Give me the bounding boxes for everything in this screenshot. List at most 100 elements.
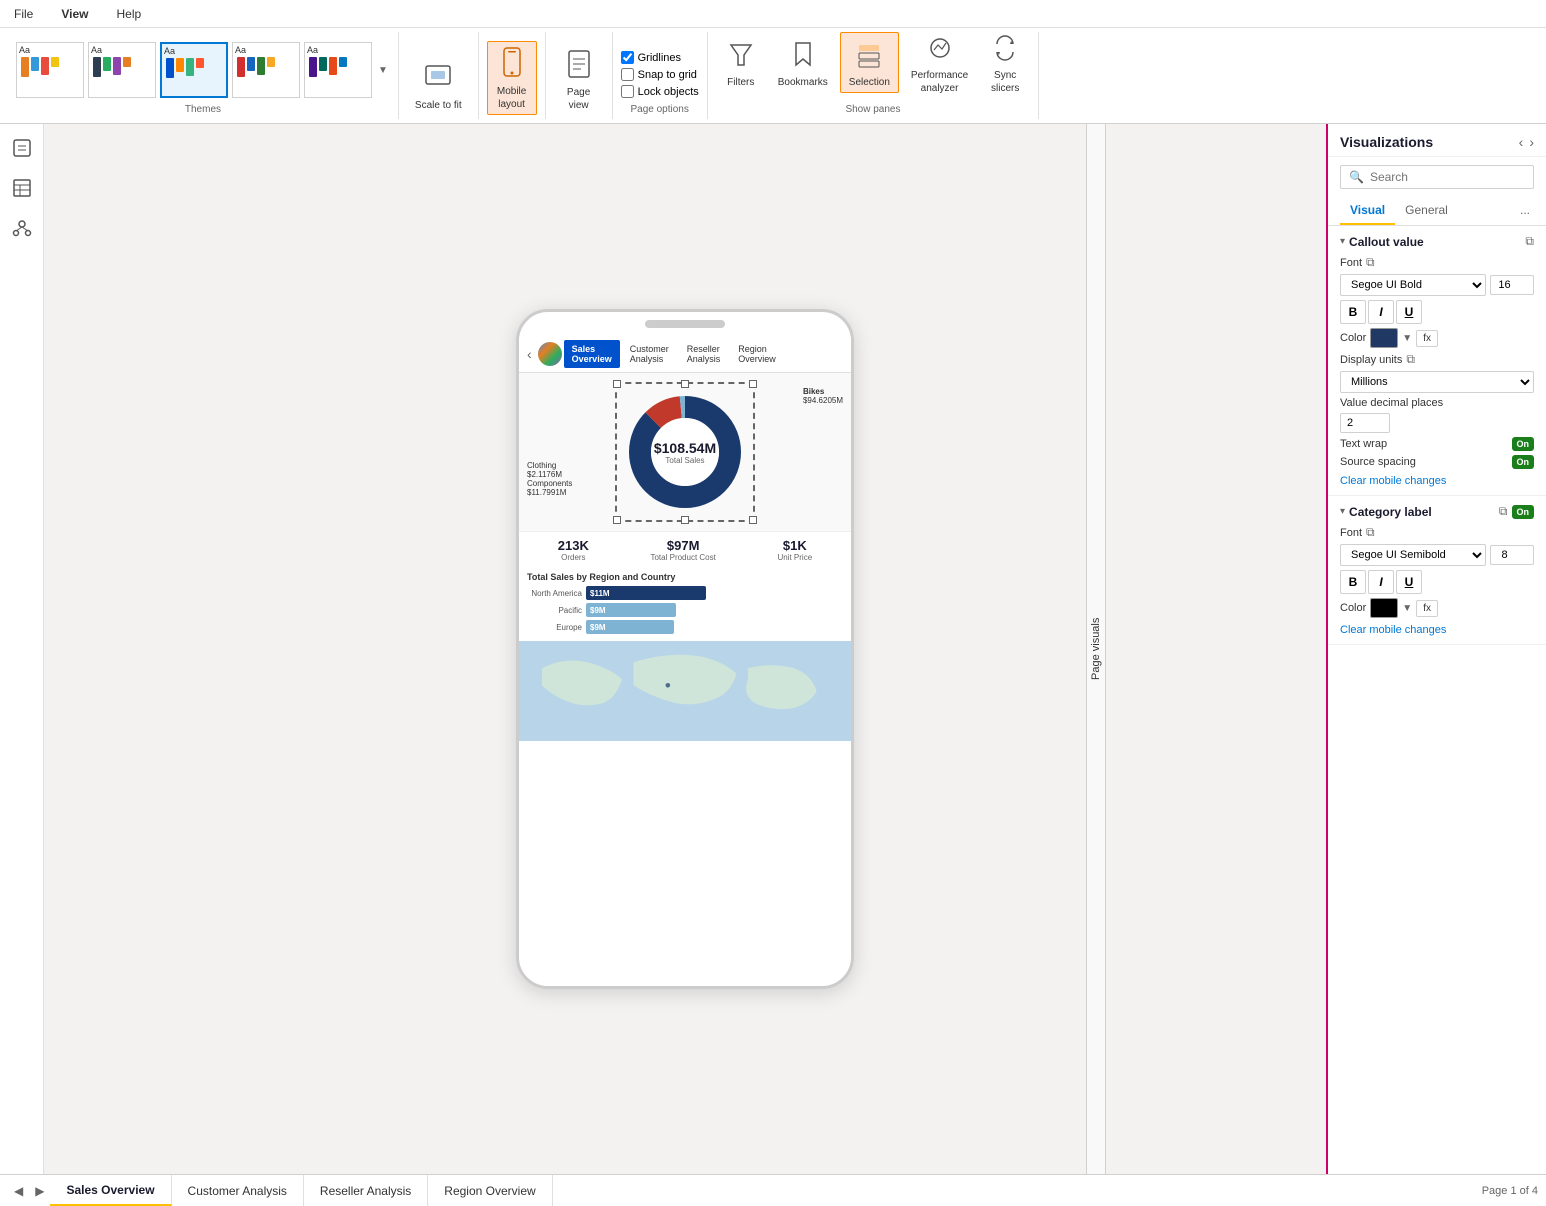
theme-swatch-1[interactable]: Aa — [16, 42, 84, 98]
performance-btn[interactable]: Performance analyzer — [903, 26, 976, 98]
donut-value: $108.54M — [654, 440, 716, 456]
gridlines-check[interactable]: Gridlines — [621, 51, 699, 64]
themes-more-btn[interactable]: ▼ — [376, 65, 390, 76]
category-clear-mobile-link[interactable]: Clear mobile changes — [1340, 624, 1534, 636]
phone-logo — [538, 342, 562, 366]
callout-color-dropdown[interactable]: ▼ — [1402, 333, 1412, 344]
display-units-container: Display units ⧉ Millions Thousands Billi… — [1340, 352, 1534, 393]
tab-visual[interactable]: Visual — [1340, 197, 1395, 225]
bottom-tab-reseller[interactable]: Reseller Analysis — [304, 1175, 428, 1206]
prev-page-btn[interactable]: ◀ — [8, 1180, 29, 1202]
page-options-group: Gridlines Snap to grid Lock objects Page… — [613, 32, 708, 119]
display-units-select[interactable]: Millions Thousands Billions Auto — [1340, 371, 1534, 393]
lock-check[interactable]: Lock objects — [621, 85, 699, 98]
copy-format-icon[interactable]: ⧉ — [1525, 234, 1534, 249]
callout-value-section: ▾ Callout value ⧉ Font ⧉ Segoe UI Bold S… — [1328, 226, 1546, 496]
back-icon[interactable]: ‹ — [1519, 134, 1524, 150]
next-page-btn[interactable]: ▶ — [29, 1180, 50, 1202]
sidebar-icon-table[interactable] — [6, 172, 38, 204]
scale-btn[interactable]: Scale to fit — [407, 56, 470, 115]
callout-font-size[interactable] — [1490, 275, 1534, 295]
category-format-row: B I U — [1340, 570, 1534, 594]
performance-label: Performance — [911, 70, 968, 81]
phone-tab-customer[interactable]: CustomerAnalysis — [622, 340, 677, 368]
category-italic-btn[interactable]: I — [1368, 570, 1394, 594]
callout-color-swatch[interactable] — [1370, 328, 1398, 348]
category-font-copy-icon[interactable]: ⧉ — [1366, 525, 1375, 540]
category-color-label: Color — [1340, 602, 1366, 614]
text-wrap-label: Text wrap — [1340, 438, 1387, 450]
donut-legend-bikes: Bikes $94.6205M — [803, 387, 843, 405]
mobile-sub-label: layout — [498, 99, 525, 110]
callout-font-select[interactable]: Segoe UI Bold Segoe UI Segoe UI Semibold — [1340, 274, 1486, 296]
viz-title: Visualizations — [1340, 134, 1433, 150]
source-spacing-toggle[interactable]: On — [1512, 455, 1535, 469]
sidebar-icon-model[interactable] — [6, 212, 38, 244]
category-color-dropdown[interactable]: ▼ — [1402, 603, 1412, 614]
category-bold-btn[interactable]: B — [1340, 570, 1366, 594]
bar-eu-fill: $9M — [586, 620, 674, 634]
viz-header-icons: ‹ › — [1519, 134, 1534, 150]
bar-na-label: North America — [527, 589, 582, 598]
callout-bold-btn[interactable]: B — [1340, 300, 1366, 324]
category-font-size[interactable] — [1490, 545, 1534, 565]
phone-tab-sales[interactable]: SalesOverview — [564, 340, 620, 368]
display-copy-icon[interactable]: ⧉ — [1406, 352, 1415, 367]
callout-clear-mobile-link[interactable]: Clear mobile changes — [1340, 475, 1534, 487]
sync-slicers-btn[interactable]: Sync slicers — [980, 26, 1030, 98]
callout-fx-btn[interactable]: fx — [1416, 330, 1438, 347]
phone-back-btn[interactable]: ‹ — [523, 344, 536, 364]
font-copy-icon[interactable]: ⧉ — [1366, 255, 1375, 270]
forward-icon[interactable]: › — [1529, 134, 1534, 150]
decimal-input[interactable] — [1340, 413, 1390, 433]
theme-swatch-5[interactable]: Aa — [304, 42, 372, 98]
stat-price: $1K Unit Price — [777, 538, 812, 562]
theme-swatch-3[interactable]: Aa — [160, 42, 228, 98]
category-label-toggle[interactable]: On — [1512, 505, 1535, 519]
category-underline-btn[interactable]: U — [1396, 570, 1422, 594]
phone-tab-reseller[interactable]: ResellerAnalysis — [679, 340, 729, 368]
text-wrap-toggle[interactable]: On — [1512, 437, 1535, 451]
donut-container: $108.54M Total Sales Bikes $94.6205M Clo… — [527, 377, 843, 527]
callout-italic-btn[interactable]: I — [1368, 300, 1394, 324]
stat-cost-value: $97M — [650, 538, 715, 553]
stat-orders-value: 213K — [558, 538, 589, 553]
tab-general[interactable]: General — [1395, 197, 1458, 225]
category-label-header[interactable]: ▾ Category label ⧉ On — [1340, 504, 1534, 519]
category-fx-btn[interactable]: fx — [1416, 600, 1438, 617]
callout-underline-btn[interactable]: U — [1396, 300, 1422, 324]
selection-btn[interactable]: Selection — [840, 32, 899, 93]
category-font-select[interactable]: Segoe UI Semibold Segoe UI Segoe UI Bold — [1340, 544, 1486, 566]
bar-eu-label: Europe — [527, 623, 582, 632]
menu-help[interactable]: Help — [110, 3, 147, 25]
menu-view[interactable]: View — [55, 3, 94, 25]
bar-na-value: $11M — [590, 589, 610, 598]
theme-swatch-2[interactable]: Aa — [88, 42, 156, 98]
mobile-btn[interactable]: Mobile layout — [487, 41, 537, 115]
page-visuals-tab[interactable]: Page visuals — [1086, 124, 1106, 1174]
search-box[interactable]: 🔍 — [1340, 165, 1534, 189]
phone-tab-region[interactable]: RegionOverview — [730, 340, 784, 368]
bottom-tab-customer[interactable]: Customer Analysis — [172, 1175, 304, 1206]
filters-btn[interactable]: Filters — [716, 33, 766, 92]
sidebar-icon-report[interactable] — [6, 132, 38, 164]
stat-price-label: Unit Price — [777, 553, 812, 562]
page-view-btn[interactable]: Page view — [554, 43, 604, 115]
theme-swatch-4[interactable]: Aa — [232, 42, 300, 98]
scale-label: Scale to fit — [415, 100, 462, 111]
category-color-swatch[interactable] — [1370, 598, 1398, 618]
category-copy-icon[interactable]: ⧉ — [1499, 504, 1508, 519]
bottom-tab-region[interactable]: Region Overview — [428, 1175, 552, 1206]
bottom-tab-sales[interactable]: Sales Overview — [50, 1175, 171, 1206]
callout-value-header[interactable]: ▾ Callout value ⧉ — [1340, 234, 1534, 249]
menu-file[interactable]: File — [8, 3, 39, 25]
viz-tabs-more[interactable]: ... — [1516, 197, 1534, 225]
filters-label: Filters — [727, 77, 754, 88]
bookmarks-btn[interactable]: Bookmarks — [770, 33, 836, 92]
snap-check[interactable]: Snap to grid — [621, 68, 699, 81]
category-font-label: Font ⧉ — [1340, 525, 1534, 540]
decimal-input-row — [1340, 413, 1534, 433]
mobile-label: Mobile — [497, 86, 526, 97]
search-input[interactable] — [1370, 170, 1525, 184]
bar-eu-value: $9M — [590, 623, 606, 632]
